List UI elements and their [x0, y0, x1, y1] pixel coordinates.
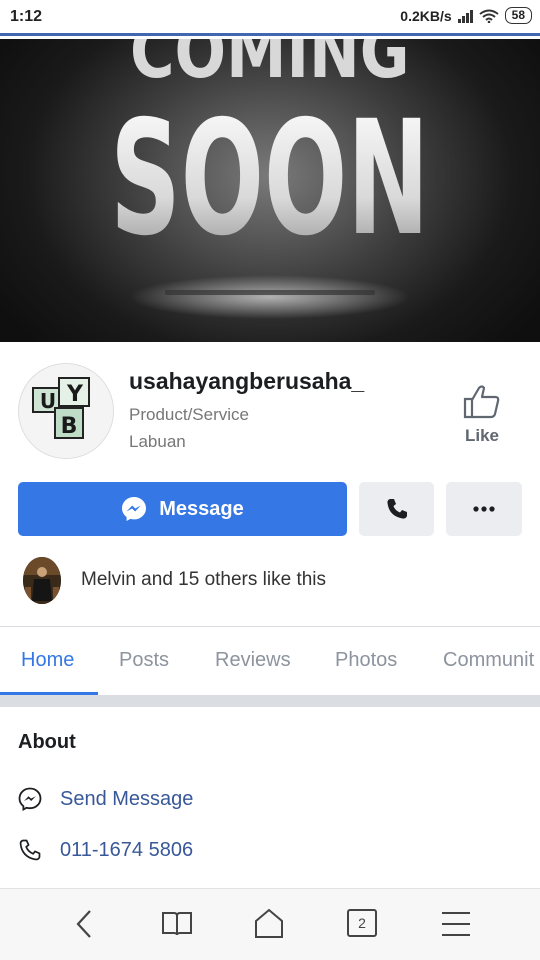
page-logo: U Y B: [19, 364, 113, 458]
page-category: Product/Service: [129, 405, 249, 424]
section-separator: [0, 695, 540, 707]
signal-icon: [457, 9, 473, 23]
logo-letter-y: Y: [66, 382, 84, 407]
messenger-icon: [122, 497, 147, 521]
thumbs-up-icon: [463, 385, 500, 419]
send-message-row[interactable]: Send Message: [18, 787, 193, 811]
phone-outline-icon: [19, 839, 41, 861]
likes-summary[interactable]: Melvin and 15 others like this: [81, 569, 326, 591]
cover-text-soon: SOON: [110, 88, 429, 272]
cover-graphic: COMING SOON: [110, 39, 429, 319]
tab-photos[interactable]: Photos: [335, 649, 397, 672]
status-bar: 1:12 0.2KB/s 58: [0, 0, 540, 36]
battery-icon: 58: [504, 7, 532, 24]
bookmarks-icon[interactable]: [161, 911, 193, 937]
friend-avatar[interactable]: [23, 557, 61, 604]
page-tabs: Home Posts Reviews Photos Communit: [0, 627, 540, 695]
cover-text-coming: COMING: [130, 39, 410, 94]
phone-icon: [386, 499, 407, 519]
message-label: Message: [159, 497, 244, 520]
menu-icon[interactable]: [441, 911, 471, 937]
network-speed: 0.2KB/s: [400, 7, 452, 24]
tab-home[interactable]: Home: [21, 649, 74, 672]
more-icon: [473, 506, 495, 512]
tab-posts[interactable]: Posts: [119, 649, 169, 672]
back-icon[interactable]: [74, 909, 94, 939]
logo-letter-b: B: [61, 414, 78, 439]
phone-number-link[interactable]: 011-1674 5806: [60, 839, 193, 862]
tab-community[interactable]: Communit: [443, 649, 534, 672]
page-avatar[interactable]: U Y B: [18, 363, 114, 459]
send-message-link[interactable]: Send Message: [60, 788, 193, 811]
like-button[interactable]: Like: [452, 384, 512, 454]
page-name[interactable]: usahayangberusaha_: [129, 368, 364, 395]
tab-reviews[interactable]: Reviews: [215, 649, 291, 672]
status-time: 1:12: [10, 8, 43, 25]
more-button[interactable]: [446, 482, 522, 536]
like-label: Like: [464, 426, 500, 445]
friend-photo: [23, 557, 61, 604]
logo-letter-u: U: [40, 389, 56, 413]
page-location: Labuan: [129, 432, 186, 451]
about-title: About: [18, 731, 76, 753]
messenger-outline-icon: [18, 787, 42, 811]
tabs-icon[interactable]: 2: [347, 909, 377, 937]
wifi-icon: [479, 9, 499, 23]
call-button[interactable]: [359, 482, 434, 536]
phone-row[interactable]: 011-1674 5806: [18, 838, 193, 862]
status-right: 0.2KB/s 58: [400, 7, 532, 24]
message-button[interactable]: Message: [18, 482, 347, 536]
cover-photo[interactable]: COMING SOON: [0, 39, 540, 342]
home-icon[interactable]: [253, 907, 285, 939]
